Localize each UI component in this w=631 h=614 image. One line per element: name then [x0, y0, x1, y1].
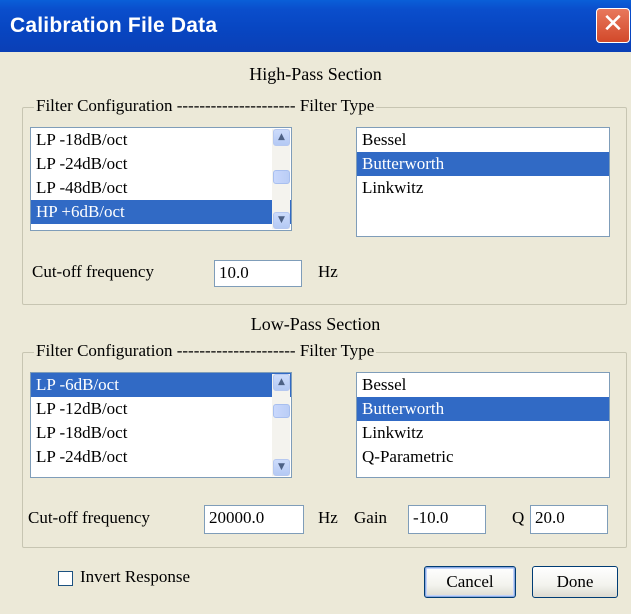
- high-pass-cutoff-input[interactable]: 10.0: [214, 260, 302, 287]
- high-pass-config-scrollbar[interactable]: ▲ ▼: [272, 129, 290, 229]
- done-button[interactable]: Done: [532, 566, 618, 598]
- invert-response-label[interactable]: Invert Response: [80, 567, 190, 587]
- cancel-button[interactable]: Cancel: [424, 566, 516, 598]
- title-bar[interactable]: Calibration File Data ✕: [0, 0, 631, 52]
- low-pass-cutoff-label: Cut-off frequency: [28, 508, 150, 527]
- chevron-down-icon: ▼: [278, 215, 285, 225]
- close-button[interactable]: ✕: [596, 8, 630, 43]
- low-pass-config-items: LP -6dB/oct LP -12dB/oct LP -18dB/oct LP -2…: [31, 373, 291, 469]
- list-item[interactable]: LP -48dB/oct: [31, 176, 291, 200]
- q-input[interactable]: 20.0: [530, 505, 608, 534]
- list-item[interactable]: Butterworth: [357, 397, 609, 421]
- chevron-down-icon: ▼: [278, 462, 285, 472]
- scroll-thumb[interactable]: [273, 404, 290, 418]
- high-pass-section-title: High-Pass Section: [249, 64, 382, 84]
- gain-label: Gain: [354, 508, 388, 527]
- list-item[interactable]: Bessel: [357, 373, 609, 397]
- list-item[interactable]: Bessel: [357, 128, 609, 152]
- high-pass-cutoff-label: Cut-off frequency: [32, 262, 154, 281]
- chevron-up-icon: ▲: [278, 132, 285, 142]
- list-item[interactable]: LP -18dB/oct: [31, 128, 291, 152]
- high-pass-cutoff-unit: Hz: [318, 262, 338, 281]
- low-pass-cutoff-input[interactable]: 20000.0: [204, 505, 304, 534]
- low-pass-config-list[interactable]: LP -6dB/oct LP -12dB/oct LP -18dB/oct LP -2…: [30, 372, 292, 478]
- list-item[interactable]: LP -24dB/oct: [31, 152, 291, 176]
- low-pass-config-scrollbar[interactable]: ▲ ▼: [272, 374, 290, 476]
- list-item[interactable]: LP -18dB/oct: [31, 421, 291, 445]
- high-pass-type-list[interactable]: Bessel Butterworth Linkwitz: [356, 127, 610, 237]
- low-pass-type-items: Bessel Butterworth Linkwitz Q-Parametric: [357, 373, 609, 469]
- chevron-up-icon: ▲: [278, 377, 285, 387]
- high-pass-frame-legend: Filter Configuration -------------------…: [34, 96, 377, 116]
- list-item[interactable]: LP -6dB/oct: [31, 373, 291, 397]
- scroll-up-button[interactable]: ▲: [273, 374, 290, 391]
- q-label: Q: [512, 508, 525, 527]
- scroll-down-button[interactable]: ▼: [273, 212, 290, 229]
- window-title: Calibration File Data: [10, 14, 218, 37]
- invert-response-checkbox[interactable]: [58, 571, 73, 586]
- low-pass-type-list[interactable]: Bessel Butterworth Linkwitz Q-Parametric: [356, 372, 610, 478]
- gain-input[interactable]: -10.0: [408, 505, 486, 534]
- scroll-up-button[interactable]: ▲: [273, 129, 290, 146]
- list-item[interactable]: LP -12dB/oct: [31, 397, 291, 421]
- list-item[interactable]: Q-Parametric: [357, 445, 609, 469]
- high-pass-type-items: Bessel Butterworth Linkwitz: [357, 128, 609, 200]
- list-item[interactable]: Linkwitz: [357, 421, 609, 445]
- low-pass-section-title: Low-Pass Section: [250, 314, 381, 334]
- low-pass-frame-legend: Filter Configuration -------------------…: [34, 341, 377, 361]
- high-pass-config-list[interactable]: LP -18dB/oct LP -24dB/oct LP -48dB/oct HP +…: [30, 127, 292, 231]
- low-pass-cutoff-unit: Hz: [318, 508, 338, 527]
- scroll-thumb[interactable]: [273, 170, 290, 184]
- list-item[interactable]: LP -24dB/oct: [31, 445, 291, 469]
- high-pass-config-items: LP -18dB/oct LP -24dB/oct LP -48dB/oct HP +…: [31, 128, 291, 224]
- list-item[interactable]: Linkwitz: [357, 176, 609, 200]
- scroll-down-button[interactable]: ▼: [273, 459, 290, 476]
- list-item[interactable]: HP +6dB/oct: [31, 200, 291, 224]
- list-item[interactable]: Butterworth: [357, 152, 609, 176]
- close-icon: ✕: [602, 9, 624, 39]
